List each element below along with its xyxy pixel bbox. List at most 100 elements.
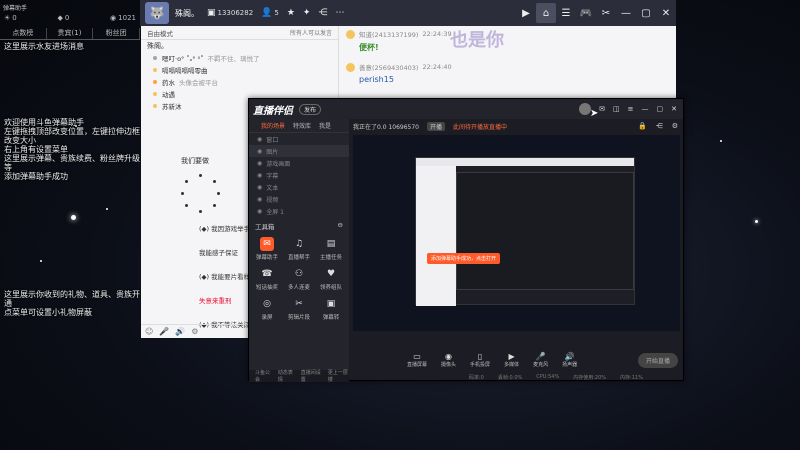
bolt-icon[interactable]: ✦ xyxy=(303,8,311,18)
skin-icon[interactable]: ◫ xyxy=(613,105,620,113)
scene-item[interactable]: ◉ 游戏画面 xyxy=(249,157,349,169)
room-name: 殊阁。 xyxy=(147,42,168,50)
tab-fans[interactable]: 粉丝团 xyxy=(93,28,141,39)
audience-row[interactable]: 嗝嗝嗝嗝嗝零曲 xyxy=(141,64,338,76)
control-screen[interactable]: ▭ 直播屏幕 xyxy=(407,352,427,368)
overlay-gift-help: 这里展示你收到的礼物、道具、贵族开 通 点菜单可设置小礼物屏蔽 xyxy=(4,290,140,317)
eye-icon: ◉ xyxy=(257,135,263,143)
eye-icon: ◉ xyxy=(257,183,263,191)
app-titlebar: 直播伴侣 发布 ✉ ◫ ≡ — ▢ ✕ xyxy=(249,99,683,119)
tab-scenes[interactable]: 我的场景 xyxy=(261,121,285,130)
loading-spinner xyxy=(181,174,221,214)
chat-message: 知道(2413137199) 22:24:39 便杯! xyxy=(340,26,676,55)
more-icon[interactable]: ⋯ xyxy=(335,8,344,18)
lock-icon[interactable]: 🔒 xyxy=(638,122,647,130)
eye-icon: ◉ xyxy=(257,171,263,179)
tool-lottery[interactable]: ☎ 短话抽奖 xyxy=(251,267,283,291)
toolbox-header: 工具箱 ⊖ xyxy=(255,221,343,233)
start-live-button[interactable]: 开始直播 xyxy=(637,352,678,368)
star xyxy=(71,215,76,220)
tool-record[interactable]: ◎ 录屏 xyxy=(251,297,283,321)
restore-icon[interactable]: ▢ xyxy=(657,105,664,113)
scene-item[interactable]: ◉ 图片 xyxy=(249,145,349,157)
tool-multi-mic[interactable]: ⚇ 多人连麦 xyxy=(283,267,315,291)
version-badge[interactable]: 发布 xyxy=(299,103,322,115)
tab-vip[interactable]: 贵宾(1) xyxy=(47,28,94,39)
tool-team[interactable]: ♥ 领养组队 xyxy=(315,267,347,291)
stream-preview[interactable]: 添加弹幕助手成功，点击打开 xyxy=(353,135,680,331)
menu-icon[interactable]: ≡ xyxy=(628,105,634,113)
watermark: 也是你 xyxy=(450,30,504,51)
person-icon[interactable]: 👤 xyxy=(261,8,272,18)
message-icon[interactable]: ✉ xyxy=(599,105,605,113)
overlay-enter-msg: 这里展示水友进场消息 xyxy=(4,42,84,51)
gamepad-icon[interactable]: 🎮 xyxy=(576,3,596,23)
gift-icon: ✉ xyxy=(260,237,274,251)
toast-tip[interactable]: 添加弹幕助手成功，点击打开 xyxy=(427,253,501,264)
scene-item[interactable]: ◉ 视频 xyxy=(249,193,349,205)
tab-points[interactable]: 点数榜 xyxy=(0,28,47,39)
chat-message: 善意(2569430403) 22:24:40 perish15 xyxy=(340,59,676,86)
live-button[interactable]: 开播 xyxy=(427,121,446,131)
control-media[interactable]: ▶ 多媒体 xyxy=(504,352,519,368)
speaker-icon[interactable]: 🔊 xyxy=(175,327,185,336)
toolbox: ✉ 弹幕助手 ♫ 直播帮手 ▤ 主播任务 ☎ 短话抽奖 ⚇ 多人连麦 ♥ 领养组队 ◎ 录屏 … xyxy=(249,233,349,325)
emoji-icon[interactable]: ☺ xyxy=(145,327,153,336)
scene-item[interactable]: ◉ 文本 xyxy=(249,181,349,193)
tool-danmu-helper[interactable]: ✉ 弹幕助手 xyxy=(251,237,283,261)
tab-me[interactable]: 我是 xyxy=(319,121,331,130)
control-mic[interactable]: 🎤 麦克风 xyxy=(533,352,548,368)
list-icon[interactable]: ☰ xyxy=(556,3,576,23)
tool-danmu[interactable]: ▣ 弹幕转 xyxy=(315,297,347,321)
task-icon: ▤ xyxy=(326,239,336,249)
share-icon[interactable]: ⋲ xyxy=(318,8,327,18)
mic-icon: 🎤 xyxy=(535,352,546,361)
chat-mode-bar: 自由模式 所有人可以发言 xyxy=(141,26,338,40)
tab-effects[interactable]: 特效库 xyxy=(293,121,311,130)
close-icon[interactable]: ✕ xyxy=(656,3,676,23)
avatar[interactable]: 🐺 xyxy=(145,2,169,24)
stream-actions: 🔒 ⋲ ⚙ xyxy=(638,122,684,130)
clip-icon: ✂ xyxy=(295,299,303,309)
minimize-icon[interactable]: — xyxy=(616,3,636,23)
control-phone[interactable]: ▯ 手机投屏 xyxy=(470,352,490,368)
collapse-icon[interactable]: ⊖ xyxy=(338,221,343,233)
tool-clip[interactable]: ✂ 剪辑片段 xyxy=(283,297,315,321)
control-camera[interactable]: ◉ 摄像头 xyxy=(441,352,456,368)
eye-icon: ◉ xyxy=(257,195,263,203)
tool-tasks[interactable]: ▤ 主播任务 xyxy=(315,237,347,261)
bag-icon[interactable]: ✂ xyxy=(596,3,616,23)
level-value: 5 xyxy=(274,9,279,17)
mouse-cursor-icon: ➤ xyxy=(590,108,599,119)
close-icon[interactable]: ✕ xyxy=(671,105,677,113)
video-icon[interactable]: ▶ xyxy=(516,3,536,23)
star xyxy=(755,220,758,223)
scene-item[interactable]: ◉ 全屏 1 xyxy=(249,205,349,217)
mic-icon[interactable]: 🎤 xyxy=(159,327,169,336)
share-icon[interactable]: ⋲ xyxy=(656,122,663,130)
home-icon[interactable]: ⌂ xyxy=(536,3,556,23)
eye-icon: ◉ xyxy=(257,147,263,155)
audience-row[interactable]: 嗯叮·o° ˚ₒ° ⁰˚ 不羁不住、璃悦了 xyxy=(141,52,338,64)
control-speaker[interactable]: 🔊 扬声器 xyxy=(562,352,577,368)
restore-icon[interactable]: ▢ xyxy=(636,3,656,23)
chat-mode[interactable]: 自由模式 xyxy=(147,28,173,38)
room-id: 13306282 xyxy=(217,9,254,17)
settings-icon[interactable]: ⚙ xyxy=(191,327,198,336)
overlay-tabs: 点数榜 贵宾(1) 粉丝团 xyxy=(0,28,141,40)
eye-icon: ◉ xyxy=(257,207,263,215)
avatar xyxy=(346,62,355,72)
audience-row[interactable]: 药水 头像会被平台 xyxy=(141,76,338,88)
scene-item[interactable]: ◉ 字幕 xyxy=(249,169,349,181)
settings-icon[interactable]: ⚙ xyxy=(672,122,678,130)
app-sidebar: 我的场景 特效库 我是 ◉ 窗口 ◉ 图片 ◉ 游戏画面 ◉ 字幕 ◉ 文本 ◉ 视频 ◉ 全… xyxy=(249,119,349,383)
nested-preview xyxy=(415,157,635,306)
sun-icon: ☀ xyxy=(4,14,11,22)
minimize-icon[interactable]: — xyxy=(642,105,649,113)
loading-label: 我们要做 xyxy=(181,157,209,165)
star-icon[interactable]: ★ xyxy=(287,8,295,18)
avatar xyxy=(346,29,355,39)
tool-live-helper[interactable]: ♫ 直播帮手 xyxy=(283,237,315,261)
screen-icon: ▭ xyxy=(413,352,421,361)
scene-item[interactable]: ◉ 窗口 xyxy=(249,133,349,145)
